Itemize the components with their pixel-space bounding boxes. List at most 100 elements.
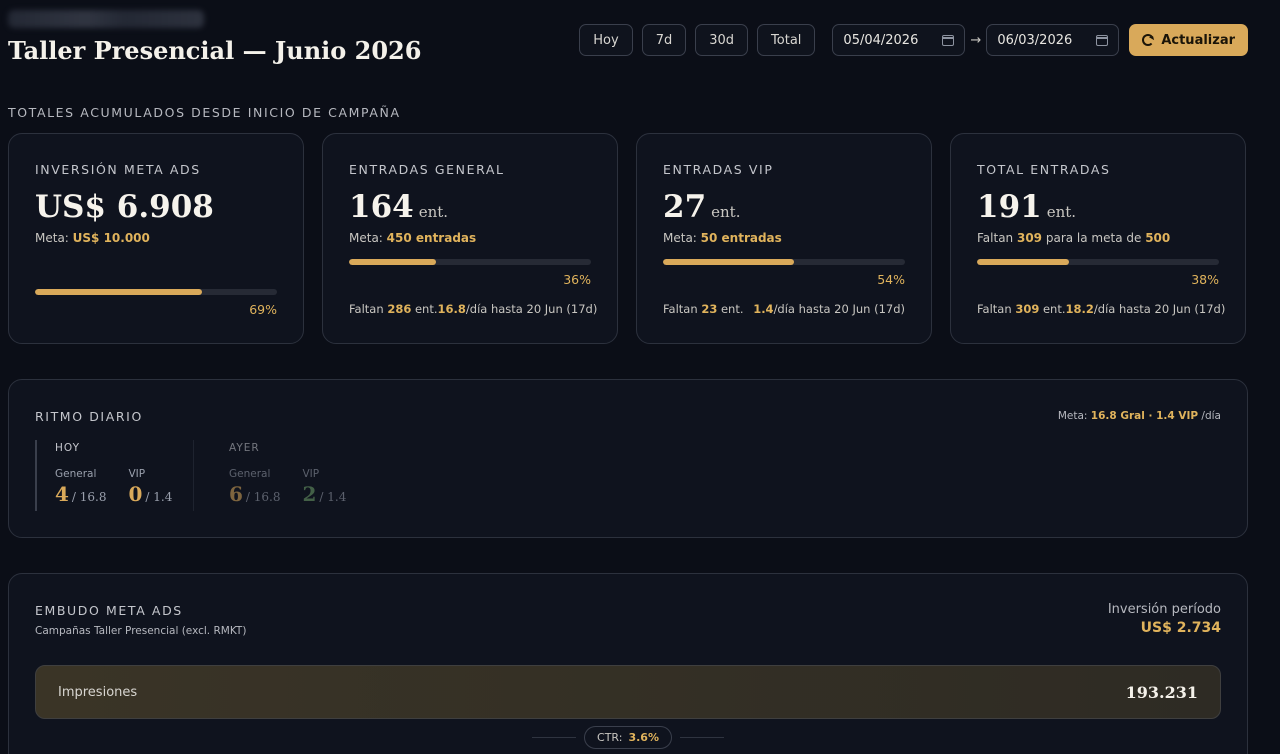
card-value-unit: ent. (418, 203, 449, 221)
daily-rate-text: 16.8/día hasta 20 Jun (17d) (438, 302, 598, 316)
card-value: 27 ent. (663, 189, 905, 225)
day-general-label: General (55, 468, 97, 480)
day-columns: General 6/ 16.8 VIP 2/ 1.4 (229, 468, 346, 506)
day-vip: VIP 0/ 1.4 (129, 468, 173, 506)
card-meta: Meta: US$ 10.000 (35, 231, 277, 245)
card-meta: Meta: 50 entradas (663, 231, 905, 245)
card-meta-value: 450 entradas (386, 231, 477, 245)
date-from-value: 05/04/2026 (843, 32, 919, 48)
remaining-value: 286 (387, 302, 412, 316)
day-vip-count: 2 (302, 482, 317, 506)
daily-pace-target-suffix: /día (1198, 410, 1221, 422)
card-meta-value-goal: 500 (1145, 231, 1171, 245)
day-vip-target: / 1.4 (145, 490, 173, 504)
card-value-number: 27 (663, 189, 707, 225)
day-general-value: 6/ 16.8 (229, 482, 281, 506)
daily-rate-value: 18.2 (1065, 302, 1094, 316)
ctr-connector: CTR: 3.6% (9, 725, 1247, 749)
funnel-stage-impressions: Impresiones 193.231 (35, 665, 1221, 719)
funnel-subtitle: Campañas Taller Presencial (excl. RMKT) (35, 625, 247, 637)
daily-pace-target-prefix: Meta: (1057, 410, 1091, 422)
day-name: HOY (55, 442, 80, 454)
day-general: General 6/ 16.8 (229, 468, 281, 506)
refresh-icon (1142, 34, 1155, 46)
page-title: Taller Presencial — Junio 2026 (8, 36, 422, 65)
daily-pace-target-value: 16.8 Gral · 1.4 VIP (1090, 410, 1199, 422)
card-meta-value: US$ 10.000 (72, 231, 150, 245)
day-columns: General 4/ 16.8 VIP 0/ 1.4 (55, 468, 193, 506)
card-meta-value: 50 entradas (700, 231, 782, 245)
day-vip-value: 0/ 1.4 (129, 482, 173, 506)
remaining-suffix: ent. (411, 302, 438, 316)
calendar-icon[interactable] (1096, 34, 1109, 46)
remaining-value: 309 (1015, 302, 1040, 316)
funnel-stage-value: 193.231 (1125, 682, 1198, 702)
day-general: General 4/ 16.8 (55, 468, 107, 506)
remaining-prefix: Faltan (663, 302, 702, 316)
card-footer: Faltan 286 ent. 16.8/día hasta 20 Jun (1… (349, 302, 597, 316)
card-value: US$ 6.908 (35, 189, 277, 225)
date-controls: Hoy 7d 30d Total 05/04/2026 → 06/03/2026… (579, 24, 1248, 56)
daily-rate-value: 16.8 (437, 302, 466, 316)
card-footer: Faltan 309 ent. 18.2/día hasta 20 Jun (1… (977, 302, 1225, 316)
range-button-total[interactable]: Total (757, 24, 816, 56)
progress-fill (977, 259, 1069, 265)
daily-rate-suffix: /día hasta 20 Jun (17d) (465, 302, 598, 316)
progress-percent: 36% (563, 272, 591, 287)
progress-fill (35, 289, 202, 295)
remaining-prefix: Faltan (977, 302, 1016, 316)
remaining-text: Faltan 286 ent. (349, 302, 438, 316)
day-general-value: 4/ 16.8 (55, 482, 107, 506)
progress-track (349, 259, 591, 265)
date-from-input[interactable]: 05/04/2026 (832, 24, 966, 56)
daily-pace-title: RITMO DIARIO (35, 409, 143, 424)
card-value-unit: ent. (1046, 203, 1077, 221)
day-block-hoy: HOY General 4/ 16.8 VIP 0/ 1.4 (35, 440, 193, 511)
date-to-value: 06/03/2026 (997, 32, 1073, 48)
daily-rate-text: 1.4/día hasta 20 Jun (17d) (753, 302, 905, 316)
progress-track (977, 259, 1219, 265)
range-button-30d[interactable]: 30d (695, 24, 749, 56)
ctr-label: CTR: (597, 730, 623, 744)
funnel-title: EMBUDO META ADS (35, 603, 183, 618)
stat-cards: INVERSIÓN META ADS US$ 6.908 Meta: US$ 1… (8, 133, 1246, 344)
day-vip-label: VIP (302, 468, 320, 480)
day-vip-count: 0 (128, 482, 143, 506)
ctr-line-left (532, 736, 577, 738)
remaining-text: Faltan 23 ent. (663, 302, 744, 316)
progress-percent: 54% (877, 272, 905, 287)
card-value-unit: ent. (711, 203, 741, 221)
stat-card-entradas-general: ENTRADAS GENERAL 164 ent. Meta: 450 entra… (322, 133, 618, 344)
totals-section-label: TOTALES ACUMULADOS DESDE INICIO DE CAMPA… (8, 105, 401, 120)
card-meta: Faltan 309 para la meta de 500 (977, 231, 1219, 245)
card-meta-prefix: Meta: (663, 231, 701, 245)
day-general-target: / 16.8 (245, 490, 281, 504)
refresh-button[interactable]: Actualizar (1129, 24, 1248, 56)
stat-card-entradas-vip: ENTRADAS VIP 27 ent. Meta: 50 entradas 54… (636, 133, 932, 344)
card-meta: Meta: 450 entradas (349, 231, 591, 245)
card-label: INVERSIÓN META ADS (35, 162, 201, 177)
period-investment-label: Inversión período (1107, 602, 1221, 617)
card-meta-prefix: Faltan (977, 231, 1017, 245)
day-vip: VIP 2/ 1.4 (303, 468, 347, 506)
progress-fill (349, 259, 437, 265)
card-footer: Faltan 23 ent. 1.4/día hasta 20 Jun (17d… (663, 302, 905, 316)
date-to-input[interactable]: 06/03/2026 (986, 24, 1120, 56)
progress-track (35, 289, 277, 295)
card-value: 191 ent. (977, 189, 1219, 225)
card-value: 164 ent. (349, 189, 591, 225)
daily-pace-panel: RITMO DIARIO Meta: 16.8 Gral · 1.4 VIP /… (8, 379, 1248, 538)
day-general-count: 4 (55, 482, 69, 506)
card-meta-prefix: Meta: (349, 231, 387, 245)
range-button-7d[interactable]: 7d (641, 24, 687, 56)
day-name: AYER (229, 442, 260, 454)
card-meta-suffix: para la meta de (1042, 231, 1146, 245)
refresh-label: Actualizar (1161, 32, 1235, 48)
calendar-icon[interactable] (942, 34, 955, 46)
daily-rate-suffix: /día hasta 20 Jun (17d) (773, 302, 905, 316)
day-vip-target: / 1.4 (319, 490, 347, 504)
card-value-number: 164 (349, 189, 414, 225)
remaining-suffix: ent. (1039, 302, 1066, 316)
range-button-hoy[interactable]: Hoy (579, 24, 633, 56)
remaining-suffix: ent. (717, 302, 744, 316)
